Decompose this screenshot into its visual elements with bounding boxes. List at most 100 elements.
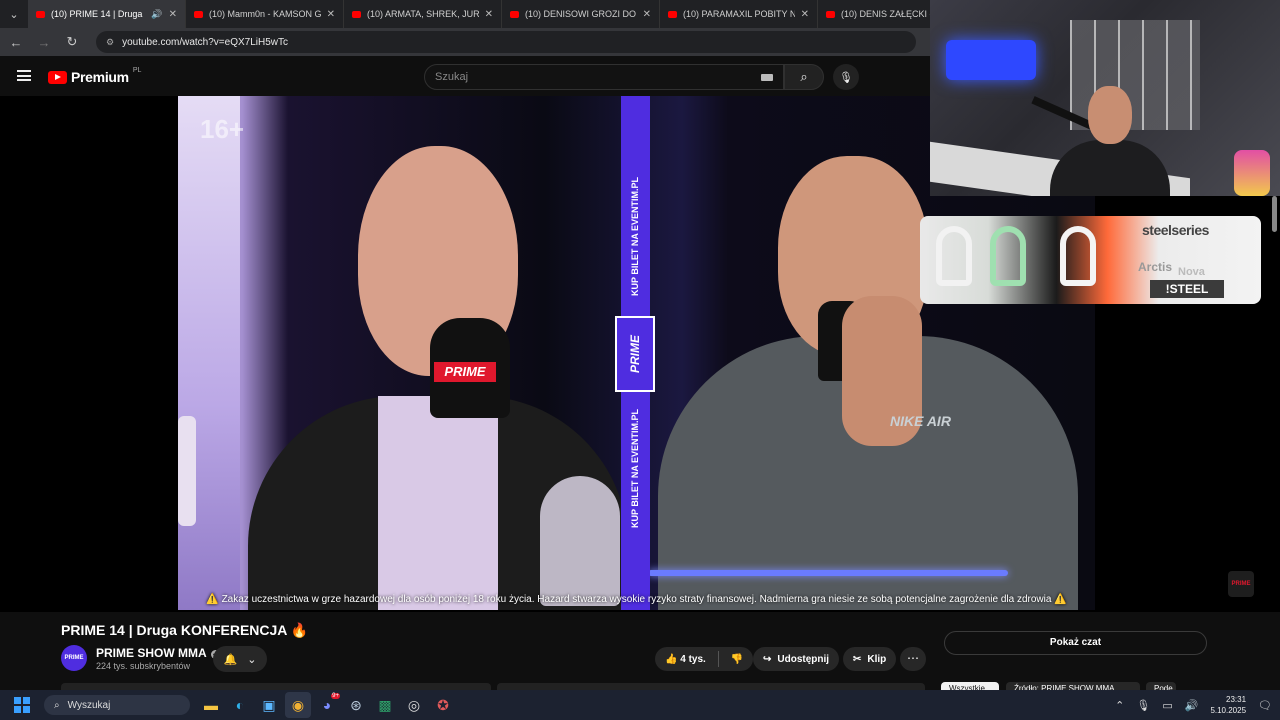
subscriber-count: 224 tys. subskrybentów — [96, 661, 191, 671]
headset-image — [1060, 226, 1096, 286]
microsoft-store-icon[interactable]: ▣ — [256, 692, 282, 718]
search-icon: ⌕ — [54, 699, 60, 711]
glass — [178, 416, 196, 526]
share-icon: ↪ — [763, 653, 772, 665]
tab-title: (10) PARAMAXIL POBITY NA ST — [683, 9, 795, 19]
youtube-premium-logo[interactable]: Premium PL — [48, 67, 141, 85]
blue-led-light — [946, 40, 1036, 80]
search-icon: ⌕ — [800, 69, 808, 84]
dislike-button[interactable]: 👎 — [731, 654, 743, 665]
prime-logo: PRIME — [615, 316, 655, 392]
mic-flag-logo: PRIME — [434, 362, 496, 382]
tab-title: (10) Mamm0n - KAMSON GRA — [209, 9, 321, 19]
youtube-favicon-icon — [510, 10, 519, 18]
wine-glass — [540, 476, 620, 606]
streamer-body — [1050, 140, 1170, 196]
logo-text: Premium — [71, 69, 129, 85]
notification-bell-button[interactable]: 🔔 ⌄ — [213, 646, 267, 672]
youtube-favicon-icon — [352, 10, 361, 18]
volume-icon[interactable]: 🔊 — [1185, 699, 1199, 712]
drink-can — [1234, 150, 1270, 196]
close-tab-icon[interactable]: ✕ — [801, 9, 809, 20]
banner-text-bottom: KUP BILET NA EVENTIM.PL — [630, 408, 640, 528]
url-text: youtube.com/watch?v=eQX7LiH5wTc — [122, 36, 288, 48]
gambling-disclaimer: ⚠️ Zakaz uczestnictwa w grze hazardowej … — [206, 594, 1067, 605]
left-speaker-shirt — [378, 396, 498, 610]
close-tab-icon[interactable]: ✕ — [643, 9, 651, 20]
search-input[interactable]: Szukaj — [424, 64, 784, 90]
taskbar-search-placeholder: Wyszukaj — [67, 699, 111, 711]
close-tab-icon[interactable]: ✕ — [169, 9, 177, 20]
thumbs-up-icon: 👍 — [665, 653, 678, 665]
chrome-browser-icon[interactable]: ◉ — [285, 692, 311, 718]
tab-title: (10) PRIME 14 | Druga KONF — [51, 9, 145, 19]
more-actions-button[interactable]: ⋯ — [900, 647, 926, 671]
file-explorer-icon[interactable]: ▬ — [198, 692, 224, 718]
bell-icon: 🔔 — [223, 653, 238, 666]
keyboard-icon[interactable] — [761, 74, 773, 81]
scissors-icon: ✂ — [853, 653, 862, 665]
streamer-head — [1088, 86, 1132, 144]
shirt-logo: NIKE AIR — [890, 413, 951, 429]
background-light-panel — [178, 96, 240, 610]
banner-text-top: KUP BILET NA EVENTIM.PL — [630, 176, 640, 296]
ad-product-model: Nova — [1178, 266, 1205, 278]
clock-date: 5.10.2025 — [1210, 706, 1247, 715]
like-button[interactable]: 👍 4 tys. — [665, 654, 706, 665]
thumbs-down-icon: 👎 — [730, 653, 744, 665]
youtube-favicon-icon — [668, 10, 677, 18]
forward-arrow-icon[interactable]: → — [36, 35, 52, 50]
browser-tab-mamm0n[interactable]: (10) Mamm0n - KAMSON GRA ✕ — [186, 0, 344, 28]
youtube-favicon-icon — [194, 10, 203, 18]
tab-title: (10) DENISOWI GROZI DO 8 LA — [525, 9, 637, 19]
github-desktop-icon[interactable]: ◎ — [401, 692, 427, 718]
age-rating-badge: 16+ — [200, 114, 245, 144]
windows-taskbar: ⌕ Wyszukaj ▬ ◐ ▣ ◉ ◕ 9+ ⊛ ▩ ◎ ✪ — [0, 690, 1280, 720]
notifications-icon[interactable]: 🗨 — [1258, 699, 1272, 712]
show-chat-button[interactable]: Pokaż czat — [944, 631, 1207, 655]
youtube-favicon-icon — [36, 10, 45, 18]
headset-image — [936, 226, 972, 286]
microphone-tray-icon[interactable]: 🎙 — [1136, 699, 1150, 712]
excel-icon[interactable]: ▩ — [372, 692, 398, 718]
reload-icon[interactable]: ↻ — [64, 34, 80, 50]
edge-browser-icon[interactable]: ◐ — [227, 692, 253, 718]
system-tray: ⌃ 🎙 ▭ 🔊 23:31 5.10.2025 🗨 — [1115, 690, 1272, 720]
hamburger-menu-icon[interactable] — [17, 70, 31, 81]
clock[interactable]: 23:31 5.10.2025 — [1210, 694, 1246, 716]
windows-start-icon[interactable] — [14, 697, 30, 713]
taskbar-search-input[interactable]: ⌕ Wyszukaj — [44, 695, 190, 715]
browser-tab-prime14[interactable]: (10) PRIME 14 | Druga KONF 🔊 ✕ — [28, 0, 186, 28]
steam-icon[interactable]: ⊛ — [343, 692, 369, 718]
url-field[interactable]: ⚙ youtube.com/watch?v=eQX7LiH5wTc — [96, 31, 916, 53]
voice-search-button[interactable]: 🎙 — [833, 64, 859, 90]
channel-name[interactable]: PRIME SHOW MMA — [96, 646, 207, 660]
obs-app-icon[interactable]: ✪ — [430, 692, 456, 718]
tab-search-chevron-icon[interactable]: ⌄ — [0, 0, 28, 28]
ticket-banner: KUP BILET NA EVENTIM.PL PRIME KUP BILET … — [615, 96, 655, 610]
chevron-down-icon: ⌄ — [247, 653, 257, 666]
channel-avatar[interactable]: PRIME — [61, 645, 87, 671]
browser-tab-paramaxil[interactable]: (10) PARAMAXIL POBITY NA ST ✕ — [660, 0, 818, 28]
chevron-up-icon[interactable]: ⌃ — [1115, 699, 1124, 712]
browser-tab-denis[interactable]: (10) DENISOWI GROZI DO 8 LA ✕ — [502, 0, 660, 28]
close-tab-icon[interactable]: ✕ — [485, 9, 493, 20]
clip-button[interactable]: ✂ Klip — [843, 647, 897, 671]
speaker-icon[interactable]: 🔊 — [151, 9, 162, 20]
clock-time: 23:31 — [1226, 695, 1247, 704]
page-scrollbar[interactable] — [1272, 196, 1277, 232]
share-button[interactable]: ↪ Udostępnij — [753, 647, 840, 671]
browser-tab-armata[interactable]: (10) ARMATA, SHREK, JURASE ✕ — [344, 0, 502, 28]
channel-name-row[interactable]: PRIME SHOW MMA✓ — [96, 646, 220, 660]
discord-badge: 9+ — [331, 693, 340, 699]
ad-product-line: Arctis — [1138, 260, 1173, 274]
channel-watermark-logo[interactable]: PRIME — [1228, 571, 1254, 597]
back-arrow-icon[interactable]: ← — [8, 35, 24, 50]
close-tab-icon[interactable]: ✕ — [327, 9, 335, 20]
divider — [717, 651, 719, 667]
network-icon[interactable]: ▭ — [1162, 699, 1172, 712]
site-info-icon[interactable]: ⚙ — [106, 37, 114, 48]
share-label: Udostępnij — [777, 653, 830, 665]
search-button[interactable]: ⌕ — [784, 64, 824, 90]
discord-icon[interactable]: ◕ 9+ — [314, 692, 340, 718]
